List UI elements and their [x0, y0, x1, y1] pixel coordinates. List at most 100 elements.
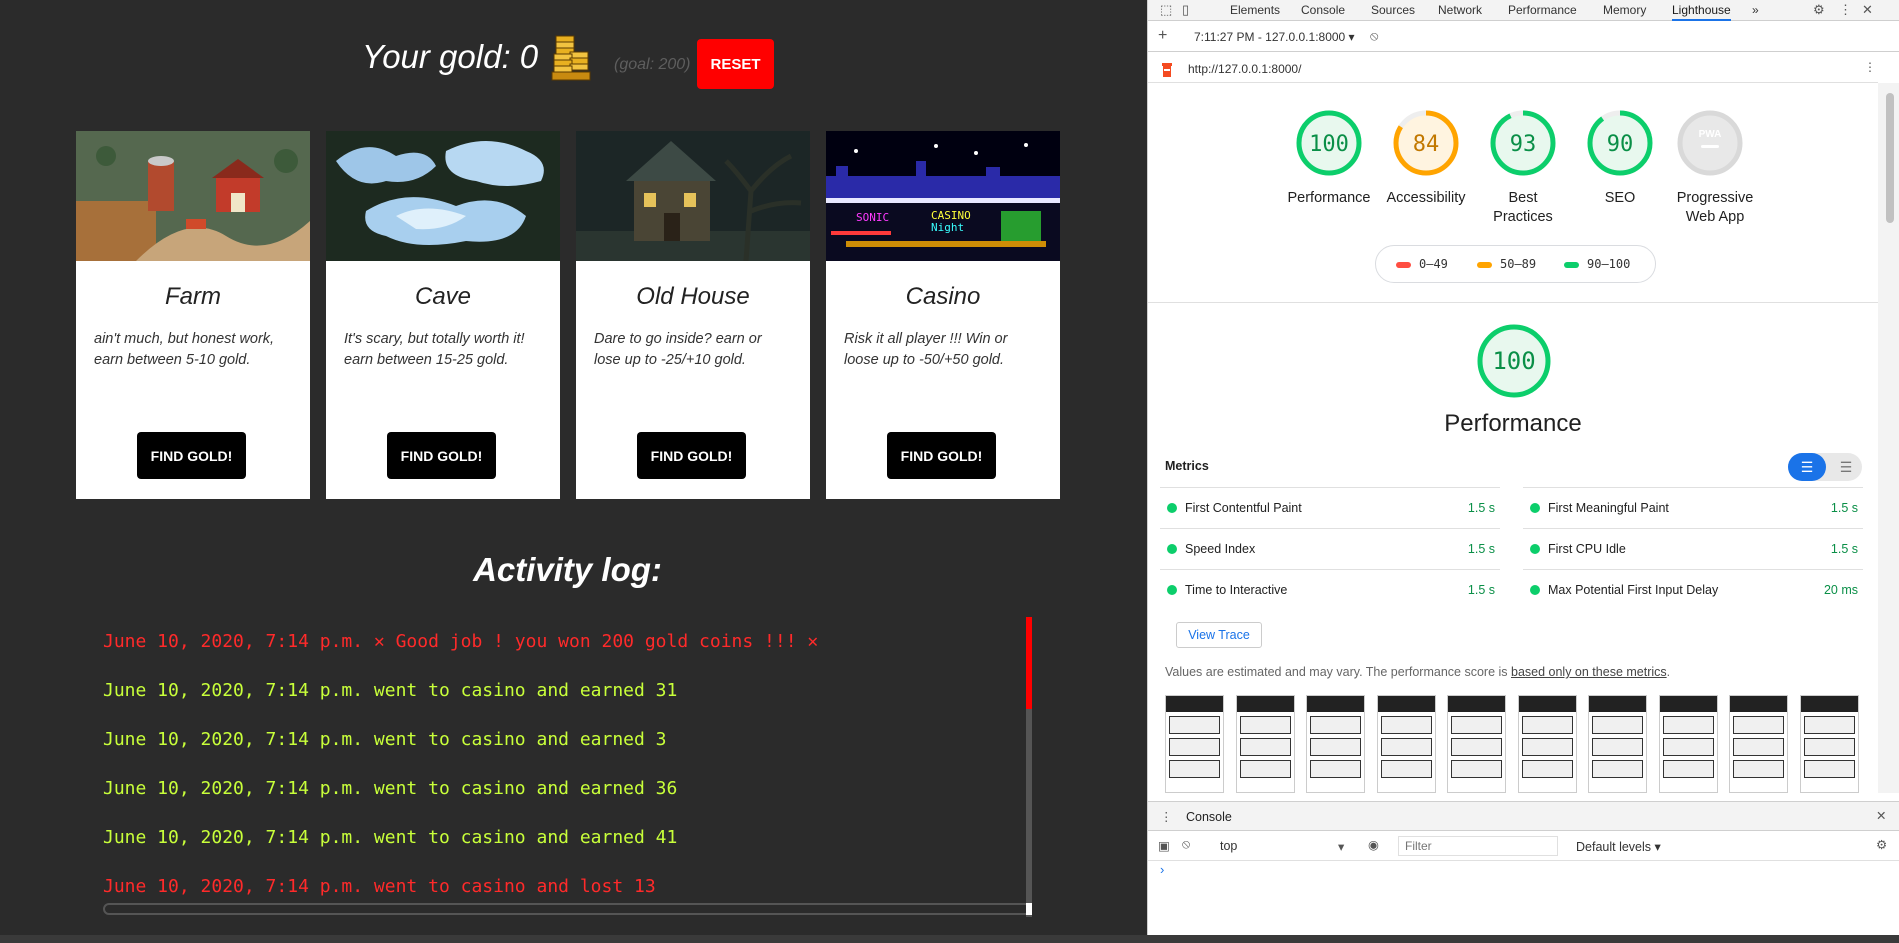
- metric-name: Max Potential First Input Delay: [1548, 583, 1719, 597]
- gauge-label-seo: SEO: [1575, 183, 1665, 208]
- clear-console-icon[interactable]: ⦸: [1182, 837, 1190, 852]
- inspect-icon[interactable]: ⬚: [1160, 2, 1172, 18]
- gauge-label: Performance: [1287, 190, 1371, 206]
- settings-gear-icon[interactable]: ⚙: [1813, 2, 1825, 18]
- log-scroll-thumb[interactable]: [1026, 617, 1032, 709]
- score-gauge[interactable]: 84: [1393, 110, 1459, 176]
- find-gold-cave-button[interactable]: FIND GOLD!: [387, 432, 496, 479]
- tab-sources[interactable]: Sources: [1371, 3, 1415, 17]
- report-url: http://127.0.0.1:8000/: [1188, 62, 1302, 76]
- gauge-label-performance: Performance: [1274, 183, 1384, 208]
- note-period: .: [1666, 665, 1671, 679]
- tab-memory[interactable]: Memory: [1603, 3, 1646, 17]
- log-horizontal-scrollbar[interactable]: [103, 903, 1031, 915]
- filmstrip-frame: [1729, 695, 1788, 793]
- activity-log[interactable]: June 10, 2020, 7:14 p.m. ✕ Good job ! yo…: [103, 617, 1033, 917]
- report-scroll-thumb[interactable]: [1886, 93, 1894, 223]
- close-drawer-icon[interactable]: ✕: [1876, 808, 1886, 823]
- lighthouse-icon: [1162, 63, 1172, 77]
- cave-image: [326, 131, 560, 261]
- farm-card: Farm ain't much, but honest work, earn b…: [76, 131, 310, 499]
- gauge-value: 84: [1413, 132, 1440, 157]
- gold-counter: Your gold: 0: [362, 38, 539, 75]
- metric-name: First CPU Idle: [1548, 542, 1626, 556]
- tab-network[interactable]: Network: [1438, 3, 1482, 17]
- metric-name: Time to Interactive: [1185, 583, 1288, 597]
- card-title: Casino: [905, 283, 981, 310]
- score-gauge[interactable]: 100: [1296, 110, 1362, 176]
- old-house-card: Old House Dare to go inside? earn or los…: [576, 131, 810, 499]
- sidebar-toggle-icon[interactable]: ▣: [1158, 838, 1170, 853]
- filmstrip-frame: [1447, 695, 1506, 793]
- reset-button[interactable]: RESET: [697, 39, 774, 89]
- pass-dot-icon: [1167, 585, 1177, 595]
- context-select[interactable]: top: [1220, 839, 1237, 853]
- gauge-value: 100: [1309, 132, 1349, 157]
- score-gauge[interactable]: 90: [1587, 110, 1653, 176]
- console-prompt[interactable]: ›: [1160, 862, 1164, 877]
- drawer-header: ⋮ Console ✕: [1148, 801, 1899, 831]
- gauge-label-pwa: Progressive Web App: [1665, 183, 1765, 227]
- metric-value: 20 ms: [1823, 583, 1858, 597]
- log-levels-select[interactable]: Default levels ▾: [1576, 839, 1661, 854]
- report-scrollbar[interactable]: [1878, 83, 1899, 793]
- tab-lighthouse[interactable]: Lighthouse: [1672, 3, 1731, 21]
- casino-image: SONIC CASINO Night: [826, 131, 1060, 261]
- console-filter-input[interactable]: [1398, 836, 1558, 856]
- report-select[interactable]: 7:11:27 PM - 127.0.0.1:8000 ▾: [1194, 30, 1355, 44]
- log-entry: June 10, 2020, 7:14 p.m. ✕ Good job ! yo…: [103, 631, 819, 652]
- clear-icon[interactable]: ⦸: [1370, 28, 1378, 44]
- card-title: Old House: [636, 283, 750, 310]
- drawer-menu-icon[interactable]: ⋮: [1160, 809, 1173, 824]
- legend-pass: 90–100: [1564, 257, 1630, 271]
- score-gauge[interactable]: 93: [1490, 110, 1556, 176]
- metric-value: 1.5 s: [1467, 501, 1495, 515]
- plus-icon[interactable]: +: [1158, 27, 1167, 45]
- metric-value: 1.5 s: [1830, 501, 1858, 515]
- tab-performance[interactable]: Performance: [1508, 3, 1577, 17]
- filmstrip-frame: [1658, 695, 1718, 793]
- tab-console[interactable]: Console: [1301, 3, 1345, 17]
- kebab-menu-icon[interactable]: ⋮: [1839, 2, 1852, 18]
- drawer-tab-console[interactable]: Console: [1186, 810, 1232, 824]
- old-house-image: [576, 131, 810, 261]
- pass-dot-icon: [1530, 503, 1540, 513]
- eye-icon[interactable]: ◉: [1368, 837, 1379, 852]
- card-title: Farm: [165, 283, 221, 310]
- pass-dot-icon: [1167, 503, 1177, 513]
- context-label: top: [1220, 839, 1238, 853]
- score-gauge[interactable]: PWA: [1677, 110, 1743, 176]
- log-vertical-scrollbar[interactable]: [1026, 617, 1032, 917]
- log-entry: June 10, 2020, 7:14 p.m. went to casino …: [103, 778, 678, 799]
- more-tabs-icon[interactable]: »: [1752, 3, 1759, 17]
- pass-dot-icon: [1530, 544, 1540, 554]
- activity-log-title: Activity log:: [473, 551, 662, 588]
- metrics-link[interactable]: based only on these metrics: [1511, 665, 1667, 679]
- taskbar-strip: [0, 935, 1899, 943]
- card-description: It's scary, but totally worth it! earn b…: [344, 331, 525, 368]
- find-gold-old-house-button[interactable]: FIND GOLD!: [637, 432, 746, 479]
- log-entry: June 10, 2020, 7:14 p.m. went to casino …: [103, 729, 667, 750]
- metric-first-contentful-paint: First Contentful Paint 1.5 s: [1160, 487, 1500, 528]
- tab-elements[interactable]: Elements: [1230, 3, 1280, 17]
- find-gold-casino-button[interactable]: FIND GOLD!: [887, 432, 996, 479]
- compact-view-icon[interactable]: ☰: [1788, 453, 1826, 481]
- metric-first-meaningful-paint: First Meaningful Paint 1.5 s: [1523, 487, 1863, 528]
- device-toggle-icon[interactable]: ▯: [1182, 2, 1189, 18]
- console-settings-icon[interactable]: ⚙: [1876, 837, 1887, 852]
- close-devtools-icon[interactable]: ✕: [1862, 2, 1873, 18]
- gauge-label: Best Practices: [1493, 190, 1553, 225]
- score-legend: 0–49 50–89 90–100: [1375, 245, 1656, 283]
- gauge-label: Progressive Web App: [1676, 190, 1754, 225]
- casino-card: SONIC CASINO Night Casino Risk it all pl…: [826, 131, 1060, 499]
- expanded-view-icon[interactable]: ☰: [1832, 453, 1860, 481]
- metrics-view-toggle[interactable]: ☰ ☰: [1788, 453, 1862, 481]
- find-gold-farm-button[interactable]: FIND GOLD!: [137, 432, 246, 479]
- view-trace-button[interactable]: View Trace: [1176, 622, 1262, 648]
- card-description: ain't much, but honest work, earn betwee…: [94, 331, 275, 368]
- lighthouse-report[interactable]: 100 84 93 90 PWA Performance Accessibility B…: [1148, 83, 1878, 793]
- report-menu-icon[interactable]: ⋮: [1864, 60, 1876, 74]
- filmstrip-frame: [1235, 695, 1295, 793]
- divider: [1148, 302, 1878, 303]
- gauge-value: 90: [1607, 132, 1634, 157]
